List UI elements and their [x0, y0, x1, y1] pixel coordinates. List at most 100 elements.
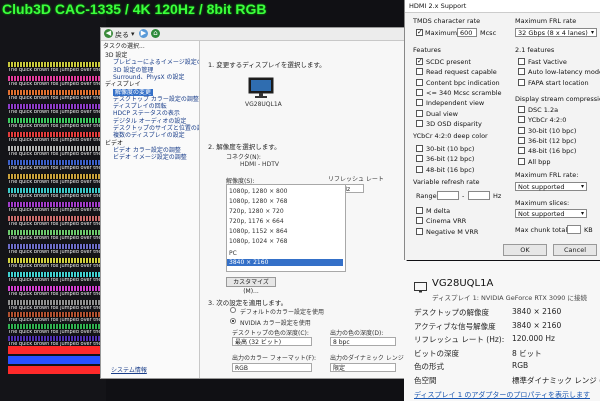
range-dash: - — [462, 192, 465, 200]
option-label: All bpp — [528, 157, 551, 166]
tree-item[interactable]: デジタル オーディオの設定 — [113, 118, 186, 125]
monitor-icon[interactable] — [248, 77, 274, 98]
output-format-label: 出力のカラー フォーマット(F): — [232, 355, 317, 362]
resolution-item[interactable]: 1080p, 1024 × 768 — [229, 238, 287, 245]
option-checkbox[interactable] — [518, 78, 525, 86]
tree-category[interactable]: 3D 設定 — [105, 52, 127, 59]
tree-item[interactable]: 解像度の変更 — [113, 88, 154, 96]
resolution-item[interactable]: 1080p, 1152 × 864 — [229, 228, 287, 235]
pattern-text: The quick brown fox jumped over the lazy… — [8, 138, 104, 143]
option-checkbox[interactable] — [416, 119, 423, 127]
hz-unit: Hz — [493, 192, 502, 200]
tree-category[interactable]: ビデオ — [105, 140, 123, 147]
tree-item[interactable]: Surround、PhysX の設定 — [113, 74, 185, 81]
maximum-input[interactable]: 600 — [457, 28, 477, 37]
option-label: 36-bit (12 bpc) — [528, 136, 577, 145]
resolution-item[interactable]: 1080p, 1280 × 768 — [229, 198, 287, 205]
dialog-title: HDMI 2.x Support — [409, 2, 467, 10]
default-color-radio[interactable] — [230, 307, 236, 313]
dsc-frl-label: Maximum FRL rate: — [515, 171, 579, 179]
option-checkbox[interactable] — [416, 207, 423, 214]
dropdown-icon[interactable]: ▾ — [131, 30, 135, 38]
tree-item[interactable]: HDCP ステータスの表示 — [113, 110, 180, 117]
option-checkbox[interactable] — [518, 68, 525, 76]
max-frl-select[interactable]: 32 Gbps (8 x 4 lanes) ▾ — [515, 28, 597, 37]
info-value: 3840 × 2160 — [512, 307, 562, 316]
option-checkbox[interactable] — [416, 109, 423, 117]
nvidia-color-radio[interactable] — [230, 318, 236, 324]
tree-item[interactable]: デスクトップのサイズと位置の調整 — [113, 125, 199, 132]
option-checkbox[interactable] — [416, 88, 423, 96]
desktop-depth-select[interactable]: 最高 (32 ビット) — [232, 337, 312, 346]
tree-item[interactable]: プレビューによるイメージ設定の調整 — [113, 59, 199, 66]
dsc-frl-select[interactable]: Not supported ▾ — [515, 182, 587, 191]
option-checkbox[interactable] — [416, 68, 423, 76]
resolution-item[interactable]: 1080p, 1280 × 800 — [229, 188, 287, 195]
option-checkbox[interactable] — [416, 217, 423, 225]
range-max-input[interactable] — [468, 191, 490, 200]
slices-select[interactable]: Not supported ▾ — [515, 209, 587, 218]
pattern-text: The quick brown fox jumped over the lazy… — [8, 236, 104, 241]
adapter-properties-link[interactable]: ディスプレイ 1 のアダプターのプロパティを表示します — [414, 390, 590, 400]
option-checkbox[interactable] — [518, 126, 525, 134]
system-info-link[interactable]: システム情報 — [111, 367, 147, 374]
home-icon[interactable]: ⌂ — [151, 29, 160, 38]
monitor-title: VG28UQL1A — [432, 278, 494, 289]
option-checkbox[interactable] — [518, 58, 525, 65]
option-checkbox[interactable] — [416, 57, 423, 65]
option-checkbox[interactable] — [416, 78, 423, 86]
info-value: 3840 × 2160 — [512, 320, 562, 330]
option-checkbox[interactable] — [416, 227, 423, 235]
info-label: 色空間 — [414, 375, 437, 385]
customize-button[interactable]: カスタマイズ(M)... — [226, 277, 276, 295]
pattern-band — [8, 366, 104, 374]
slices-label: Maximum slices: — [515, 199, 570, 207]
back-button[interactable]: 戻る — [115, 30, 129, 40]
option-checkbox[interactable] — [518, 106, 525, 113]
ok-button[interactable]: OK — [503, 244, 547, 256]
chunk-input[interactable] — [567, 225, 581, 234]
tree-category[interactable]: ディスプレイ — [105, 81, 141, 88]
option-checkbox[interactable] — [416, 145, 423, 152]
dynamic-range-label: 出力のダイナミック レンジ(D): — [330, 355, 416, 362]
pattern-strip — [8, 104, 104, 109]
option-checkbox[interactable] — [416, 155, 423, 163]
pattern-text: The quick brown fox jumped over the lazy… — [8, 166, 104, 171]
option-checkbox[interactable] — [416, 165, 423, 173]
pattern-strip — [8, 62, 104, 67]
refresh-label: リフレッシュ レート — [328, 176, 384, 183]
resolution-item[interactable]: 720p, 1280 × 720 — [229, 208, 284, 215]
monitor-name: VG28UQL1A — [245, 101, 282, 108]
output-format-select[interactable]: RGB — [232, 363, 312, 372]
resolution-item-selected[interactable]: 3840 × 2160 — [227, 259, 343, 266]
nvidia-control-panel-window: ◀ 戻る ▾ ▶ ⌂ タスクの選択... システム情報 3D 設定 プレビューによ… — [100, 27, 415, 379]
maximum-checkbox[interactable] — [416, 28, 423, 36]
tree-item[interactable]: デスクトップ カラー設定の調整 — [113, 96, 199, 103]
tmds-label: TMDS character rate — [413, 17, 481, 25]
option-checkbox[interactable] — [518, 147, 525, 155]
back-icon[interactable]: ◀ — [104, 29, 113, 38]
pattern-strip — [8, 174, 104, 179]
dynamic-range-select[interactable]: 限定 — [330, 363, 396, 372]
info-value: 8 ビット — [512, 348, 542, 358]
tree-item[interactable]: 複数のディスプレイの設定 — [113, 132, 185, 139]
toolbar: ◀ 戻る ▾ ▶ ⌂ — [101, 28, 406, 41]
connector-value[interactable]: HDMI - HDTV — [240, 161, 279, 168]
option-checkbox[interactable] — [518, 136, 525, 144]
output-depth-select[interactable]: 8 bpc — [330, 337, 396, 346]
pattern-strip — [8, 132, 104, 137]
pattern-text: The quick brown fox jumped over the lazy… — [8, 124, 104, 129]
option-checkbox[interactable] — [518, 116, 525, 124]
cancel-button[interactable]: Cancel — [553, 244, 597, 256]
option-label: 36-bit (12 bpc) — [426, 155, 475, 164]
option-checkbox[interactable] — [518, 157, 525, 165]
resolution-item[interactable]: 720p, 1176 × 664 — [229, 218, 284, 225]
range-min-input[interactable] — [437, 191, 459, 200]
forward-icon[interactable]: ▶ — [139, 29, 148, 38]
option-checkbox[interactable] — [416, 99, 423, 107]
tree-item[interactable]: 3D 設定の管理 — [113, 67, 153, 74]
tree-item[interactable]: ビデオ イメージ設定の調整 — [113, 154, 187, 161]
resolution-list[interactable]: PC 3840 × 2160 1080p, 1280 × 800 1080p, 1… — [226, 184, 346, 272]
option-label: 48-bit (16 bpc) — [426, 165, 475, 174]
tree-item[interactable]: ビデオ カラー設定の調整 — [113, 147, 181, 154]
